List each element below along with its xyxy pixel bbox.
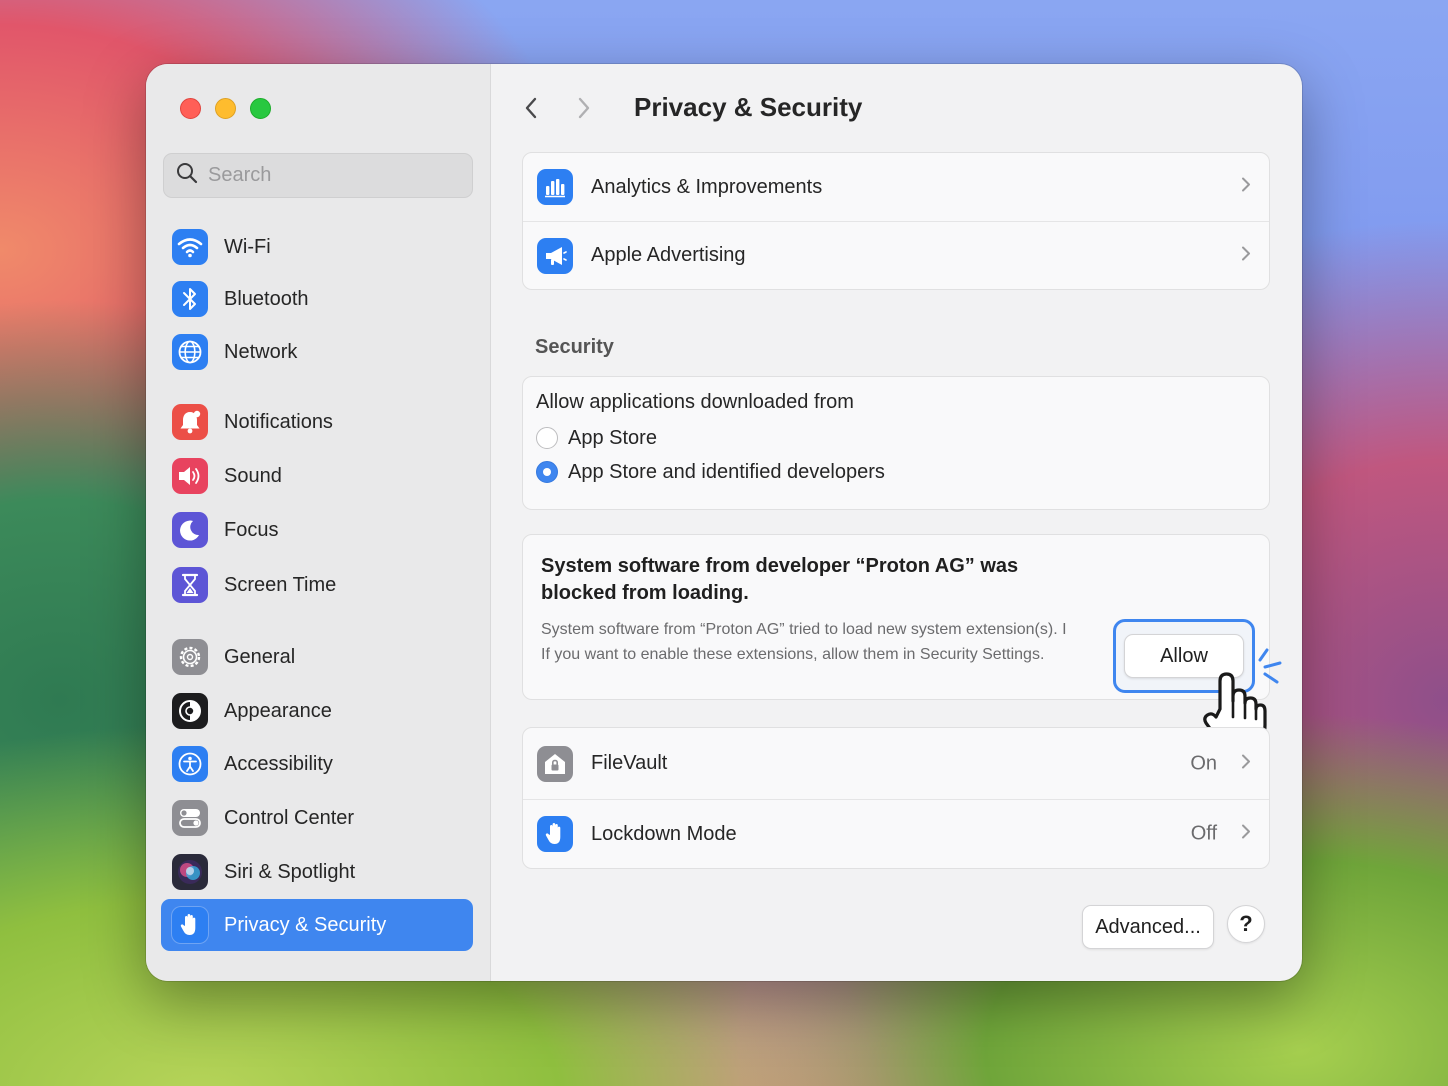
blocked-software-description: System software from “Proton AG” tried t… bbox=[541, 617, 1106, 667]
sidebar-item-bluetooth[interactable]: Bluetooth bbox=[161, 274, 473, 324]
settings-window: Wi-Fi Bluetooth Network Notifications bbox=[146, 64, 1302, 981]
moon-icon bbox=[172, 512, 208, 548]
sidebar: Wi-Fi Bluetooth Network Notifications bbox=[146, 64, 491, 981]
megaphone-icon bbox=[537, 237, 573, 274]
radio-option-identified-developers[interactable]: App Store and identified developers bbox=[536, 455, 1256, 489]
toggles-icon bbox=[172, 800, 208, 836]
sidebar-item-label: Control Center bbox=[224, 806, 355, 829]
bell-icon bbox=[172, 404, 208, 440]
allow-apps-card: Allow applications downloaded from App S… bbox=[522, 376, 1270, 510]
chevron-right-icon bbox=[1241, 176, 1251, 199]
forward-chevron-icon[interactable] bbox=[572, 94, 596, 122]
row-label: Apple Advertising bbox=[591, 244, 746, 266]
radio-option-app-store[interactable]: App Store bbox=[536, 421, 1256, 455]
sidebar-item-label: Screen Time bbox=[224, 573, 337, 596]
appearance-icon bbox=[172, 693, 208, 729]
sidebar-item-label: Privacy & Security bbox=[224, 913, 387, 936]
sidebar-item-label: General bbox=[224, 645, 296, 668]
hand-icon bbox=[172, 907, 208, 943]
bluetooth-icon bbox=[172, 281, 208, 317]
advanced-button[interactable]: Advanced... bbox=[1082, 905, 1214, 949]
row-label: Lockdown Mode bbox=[591, 822, 737, 845]
row-label: FileVault bbox=[591, 752, 668, 774]
gear-icon bbox=[172, 639, 208, 675]
sidebar-item-label: Network bbox=[224, 340, 298, 363]
sidebar-item-label: Appearance bbox=[224, 699, 332, 722]
sidebar-item-accessibility[interactable]: Accessibility bbox=[161, 739, 473, 789]
help-button[interactable]: ? bbox=[1227, 905, 1265, 943]
sidebar-item-siri-spotlight[interactable]: Siri & Spotlight bbox=[161, 847, 473, 897]
sidebar-item-label: Bluetooth bbox=[224, 287, 309, 310]
hand-icon bbox=[537, 816, 573, 852]
chevron-right-icon bbox=[1241, 752, 1251, 775]
apple-advertising-row[interactable]: Apple Advertising bbox=[523, 221, 1269, 289]
close-window-button[interactable] bbox=[180, 98, 201, 119]
sidebar-item-label: Focus bbox=[224, 518, 279, 541]
description-line-2: If you want to enable these extensions, … bbox=[541, 646, 1045, 663]
lockdown-mode-row[interactable]: Lockdown Mode Off bbox=[523, 799, 1269, 868]
minimize-window-button[interactable] bbox=[215, 98, 236, 119]
globe-icon bbox=[172, 334, 208, 370]
description-line-1: System software from “Proton AG” tried t… bbox=[541, 621, 1067, 638]
house-lock-icon bbox=[537, 745, 573, 782]
sidebar-item-label: Wi-Fi bbox=[224, 235, 271, 258]
radio-identified-developers[interactable] bbox=[536, 461, 558, 483]
sidebar-item-control-center[interactable]: Control Center bbox=[161, 793, 473, 843]
allow-from-label: Allow applications downloaded from bbox=[536, 391, 854, 413]
search-input[interactable] bbox=[208, 164, 448, 187]
analytics-improvements-row[interactable]: Analytics & Improvements bbox=[523, 153, 1269, 221]
radio-label: App Store bbox=[568, 426, 657, 449]
sidebar-item-label: Notifications bbox=[224, 410, 333, 433]
search-box[interactable] bbox=[163, 153, 473, 198]
sidebar-item-label: Siri & Spotlight bbox=[224, 860, 356, 883]
sidebar-item-notifications[interactable]: Notifications bbox=[161, 397, 473, 447]
sidebar-item-wifi[interactable]: Wi-Fi bbox=[161, 222, 473, 272]
blocked-software-title: System software from developer “Proton A… bbox=[541, 555, 1019, 604]
back-chevron-icon[interactable] bbox=[519, 94, 543, 122]
sidebar-item-general[interactable]: General bbox=[161, 632, 473, 682]
search-icon bbox=[176, 162, 198, 189]
wifi-icon bbox=[172, 229, 208, 265]
sidebar-item-appearance[interactable]: Appearance bbox=[161, 686, 473, 736]
sidebar-item-label: Accessibility bbox=[224, 752, 333, 775]
filevault-row[interactable]: FileVault On bbox=[523, 728, 1269, 799]
accessibility-icon bbox=[172, 746, 208, 782]
chevron-right-icon bbox=[1241, 244, 1251, 267]
sidebar-item-screen-time[interactable]: Screen Time bbox=[161, 560, 473, 610]
radio-app-store[interactable] bbox=[536, 427, 558, 449]
speaker-icon bbox=[172, 458, 208, 494]
sidebar-item-sound[interactable]: Sound bbox=[161, 451, 473, 501]
radio-label: App Store and identified developers bbox=[568, 460, 885, 483]
filevault-status: On bbox=[1190, 752, 1217, 774]
main-pane: Privacy & Security Analytics & Improveme… bbox=[492, 64, 1302, 981]
bar-chart-icon bbox=[537, 169, 573, 205]
section-header-security: Security bbox=[535, 336, 614, 358]
sidebar-item-focus[interactable]: Focus bbox=[161, 505, 473, 555]
lockdown-mode-status: Off bbox=[1190, 822, 1217, 845]
sidebar-item-network[interactable]: Network bbox=[161, 327, 473, 377]
page-title: Privacy & Security bbox=[634, 92, 863, 122]
hourglass-icon bbox=[172, 567, 208, 603]
window-controls bbox=[180, 98, 271, 119]
zoom-window-button[interactable] bbox=[250, 98, 271, 119]
privacy-list: Analytics & Improvements Apple Advertisi… bbox=[522, 152, 1270, 290]
sidebar-item-label: Sound bbox=[224, 464, 282, 487]
chevron-right-icon bbox=[1241, 823, 1251, 846]
siri-icon bbox=[172, 854, 208, 890]
security-options-list: FileVault On Lockdown Mode Off bbox=[522, 727, 1270, 869]
row-label: Analytics & Improvements bbox=[591, 175, 823, 198]
sidebar-item-privacy-security[interactable]: Privacy & Security bbox=[161, 899, 473, 951]
